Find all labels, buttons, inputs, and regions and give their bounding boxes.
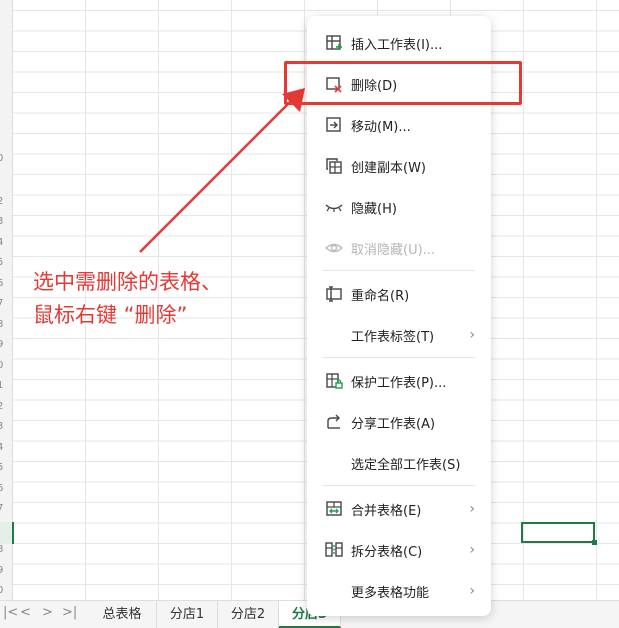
menu-item-protect-sheet[interactable]: 保护工作表(P)... <box>307 364 491 398</box>
menu-item-label: 合并表格(E) <box>351 503 422 519</box>
chevron-right-icon: › <box>469 327 475 343</box>
sheet-tab-label: 分店2 <box>230 607 266 622</box>
row-number: 0 <box>0 585 3 596</box>
row-number: 9 <box>0 339 3 350</box>
menu-item-label: 选定全部工作表(S) <box>351 457 461 473</box>
chevron-right-icon: › <box>469 542 475 558</box>
menu-item-move[interactable]: 移动(M)... <box>307 108 491 142</box>
row-number: 4 <box>0 442 3 453</box>
sheet-tab-label: 分店1 <box>169 607 205 622</box>
sheet-tab-total[interactable]: 总表格 <box>88 601 157 628</box>
sheet-context-menu: 插入工作表(I)... 删除(D) 移动(M)... 创建副本(W) 隐藏(H)… <box>307 16 491 616</box>
menu-item-label: 重命名(R) <box>351 288 410 304</box>
menu-divider <box>323 270 475 271</box>
menu-item-insert-sheet[interactable]: 插入工作表(I)... <box>307 26 491 60</box>
row-number: 5 <box>0 462 3 473</box>
chevron-right-icon: › <box>469 501 475 517</box>
row-number: 8 <box>0 544 3 555</box>
unhide-icon <box>324 238 344 258</box>
split-tables-icon <box>324 540 344 560</box>
insert-sheet-icon <box>324 33 344 53</box>
next-sheet-icon[interactable]: > <box>42 605 53 620</box>
menu-divider <box>323 485 475 486</box>
menu-item-split-tables[interactable]: 拆分表格(C) › <box>307 533 491 567</box>
row-number: 0 <box>0 360 3 371</box>
menu-item-create-copy[interactable]: 创建副本(W) <box>307 149 491 183</box>
annotation-line-1: 选中需删除的表格、 <box>33 270 222 294</box>
last-sheet-icon[interactable]: >| <box>62 605 77 620</box>
prev-sheet-icon[interactable]: < <box>20 605 31 620</box>
instruction-annotation: 选中需删除的表格、 鼠标右键 “删除” <box>33 266 222 332</box>
menu-item-label: 分享工作表(A) <box>351 416 436 432</box>
merge-tables-icon <box>324 499 344 519</box>
menu-item-more-table-features[interactable]: 更多表格功能 › <box>307 574 491 608</box>
row-number: 5 <box>0 257 3 268</box>
row-number: 0 <box>0 153 3 164</box>
share-icon <box>324 412 344 432</box>
selected-row-indicator <box>0 522 14 544</box>
row-number: 1 <box>0 380 3 391</box>
chevron-right-icon: › <box>469 583 475 599</box>
menu-item-label: 取消隐藏(U)... <box>351 242 436 258</box>
move-icon <box>324 115 344 135</box>
menu-item-label: 创建副本(W) <box>351 160 426 176</box>
protect-sheet-icon <box>324 371 344 391</box>
menu-item-label: 工作表标签(T) <box>351 329 435 345</box>
row-header[interactable]: 0 2 3 4 5 6 7 8 9 0 1 2 3 4 5 6 7 8 9 0 <box>0 0 13 600</box>
row-number: 7 <box>0 298 3 309</box>
sheet-tab-store1[interactable]: 分店1 <box>157 601 218 628</box>
row-number: 3 <box>0 216 3 227</box>
menu-item-label: 移动(M)... <box>351 119 411 135</box>
row-number: 2 <box>0 196 3 207</box>
menu-item-share-sheet[interactable]: 分享工作表(A) <box>307 405 491 439</box>
row-number: 6 <box>0 278 3 289</box>
row-number: 6 <box>0 483 3 494</box>
copy-icon <box>324 156 344 176</box>
rename-icon <box>324 284 344 304</box>
menu-item-hide[interactable]: 隐藏(H) <box>307 190 491 224</box>
menu-item-label: 插入工作表(I)... <box>351 37 443 53</box>
row-number: 2 <box>0 401 3 412</box>
selected-cell[interactable] <box>521 522 597 545</box>
annotation-line-2: 鼠标右键 “删除” <box>33 303 188 327</box>
first-sheet-icon[interactable]: |< <box>3 605 18 620</box>
hide-icon <box>324 197 344 217</box>
row-number: 4 <box>0 237 3 248</box>
row-number: 9 <box>0 565 3 576</box>
menu-item-label: 保护工作表(P)... <box>351 375 447 391</box>
menu-item-sheet-tab[interactable]: 工作表标签(T) › <box>307 318 491 352</box>
sheet-tab-store2[interactable]: 分店2 <box>218 601 279 628</box>
delete-highlight-box <box>284 61 522 105</box>
row-number: 3 <box>0 421 3 432</box>
menu-item-unhide[interactable]: 取消隐藏(U)... <box>307 231 491 265</box>
menu-item-label: 拆分表格(C) <box>351 544 423 560</box>
row-number: 8 <box>0 319 3 330</box>
menu-item-label: 隐藏(H) <box>351 201 397 217</box>
sheet-tab-label: 总表格 <box>102 607 142 622</box>
menu-item-select-all-sheets[interactable]: 选定全部工作表(S) <box>307 446 491 480</box>
menu-item-merge-tables[interactable]: 合并表格(E) › <box>307 492 491 526</box>
menu-divider <box>323 357 475 358</box>
row-number: 7 <box>0 503 3 514</box>
menu-item-label: 更多表格功能 <box>351 585 430 601</box>
menu-item-rename[interactable]: 重命名(R) <box>307 277 491 311</box>
